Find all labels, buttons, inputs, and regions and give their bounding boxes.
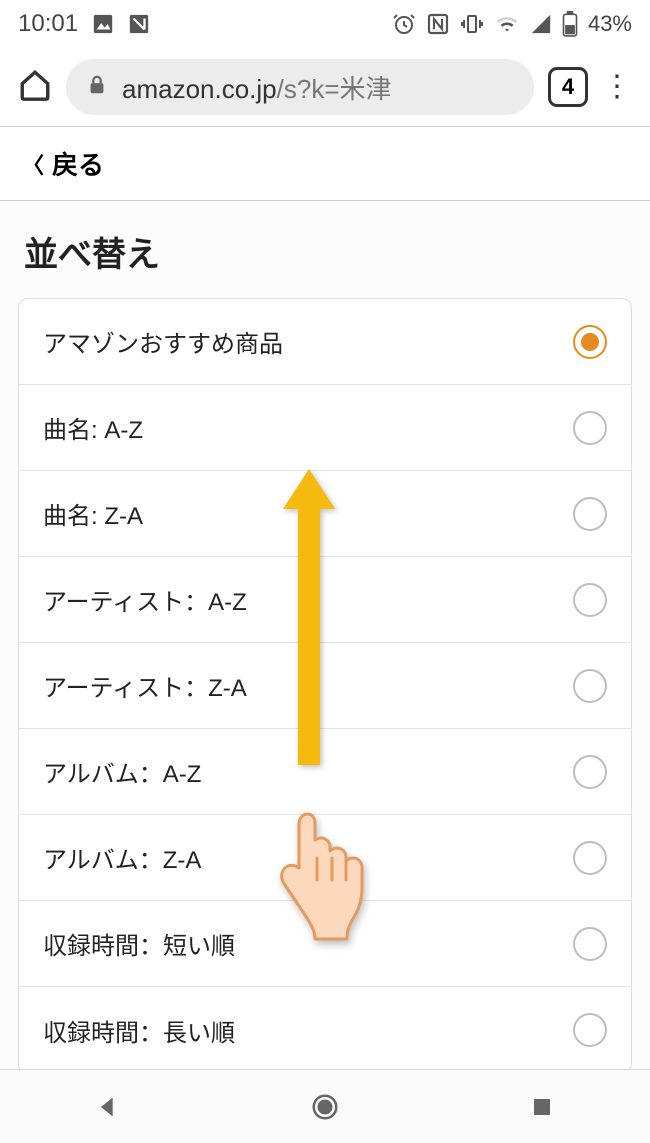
sort-option-label: アーティスト：Z-A (43, 668, 247, 703)
page-title: 並べ替え (24, 227, 626, 276)
overflow-menu-icon[interactable]: ⋮ (602, 83, 632, 91)
sort-option-label: 曲名: Z-A (43, 496, 143, 531)
radio-button[interactable] (573, 841, 607, 875)
radio-button[interactable] (573, 583, 607, 617)
system-nav-bar (0, 1069, 650, 1143)
lock-icon (86, 72, 108, 103)
sort-option-row[interactable]: アーティスト：Z-A (19, 643, 631, 729)
radio-button[interactable] (573, 411, 607, 445)
sort-option-row[interactable]: アルバム：Z-A (19, 815, 631, 901)
sort-option-row[interactable]: アーティスト：A-Z (19, 557, 631, 643)
radio-button[interactable] (573, 497, 607, 531)
url-path: /s?k=米津 (277, 74, 392, 104)
sort-option-row[interactable]: 曲名: A-Z (19, 385, 631, 471)
content-area: 並べ替え アマゾンおすすめ商品曲名: A-Z曲名: Z-Aアーティスト：A-Zア… (0, 201, 650, 1074)
radio-button[interactable] (573, 325, 607, 359)
signal-icon (530, 13, 552, 35)
radio-button[interactable] (573, 927, 607, 961)
sort-option-row[interactable]: アルバム：A-Z (19, 729, 631, 815)
sort-option-row[interactable]: 収録時間：長い順 (19, 987, 631, 1073)
nav-recent-button[interactable] (497, 1095, 587, 1119)
sort-option-label: アルバム：A-Z (43, 754, 201, 789)
nav-home-button[interactable] (280, 1092, 370, 1122)
sort-option-label: 収録時間：長い順 (43, 1013, 235, 1048)
url-host: amazon.co.jp (122, 74, 277, 104)
battery-percentage: 43% (588, 11, 632, 37)
nav-back-button[interactable] (63, 1093, 153, 1121)
back-button[interactable]: 〈 戻る (0, 127, 650, 201)
nfc-icon (426, 12, 450, 36)
sort-options-list: アマゾンおすすめ商品曲名: A-Z 曲名: Z-A アーティスト：A-Z アーティスト… (18, 298, 632, 1074)
status-time: 10:01 (18, 10, 78, 38)
radio-button[interactable] (573, 755, 607, 789)
browser-toolbar: amazon.co.jp/s?k=米津 4 ⋮ (0, 48, 650, 126)
radio-button[interactable] (573, 1013, 607, 1047)
sort-option-row[interactable]: 曲名: Z-A (19, 471, 631, 557)
image-app-icon (92, 13, 114, 35)
battery-icon (562, 11, 578, 37)
radio-button[interactable] (573, 669, 607, 703)
tab-count-button[interactable]: 4 (548, 67, 588, 107)
app-icon (128, 13, 150, 35)
url-bar[interactable]: amazon.co.jp/s?k=米津 (66, 59, 534, 115)
back-label: 戻る (52, 145, 104, 182)
sort-option-label: アマゾンおすすめ商品 (43, 324, 283, 359)
sort-option-label: アルバム：Z-A (43, 840, 201, 875)
chevron-left-icon: 〈 (22, 148, 44, 180)
alarm-icon (392, 12, 416, 36)
sort-option-label: 収録時間：短い順 (43, 926, 235, 961)
home-icon[interactable] (18, 68, 52, 107)
vibrate-icon (460, 12, 484, 36)
status-bar: 10:01 43% (0, 0, 650, 48)
sort-option-label: 曲名: A-Z (43, 410, 143, 445)
tab-count-value: 4 (562, 74, 574, 100)
sort-option-label: アーティスト：A-Z (43, 582, 247, 617)
wifi-icon (494, 13, 520, 35)
sort-option-row[interactable]: 収録時間：短い順 (19, 901, 631, 987)
sort-option-row[interactable]: アマゾンおすすめ商品 (19, 299, 631, 385)
